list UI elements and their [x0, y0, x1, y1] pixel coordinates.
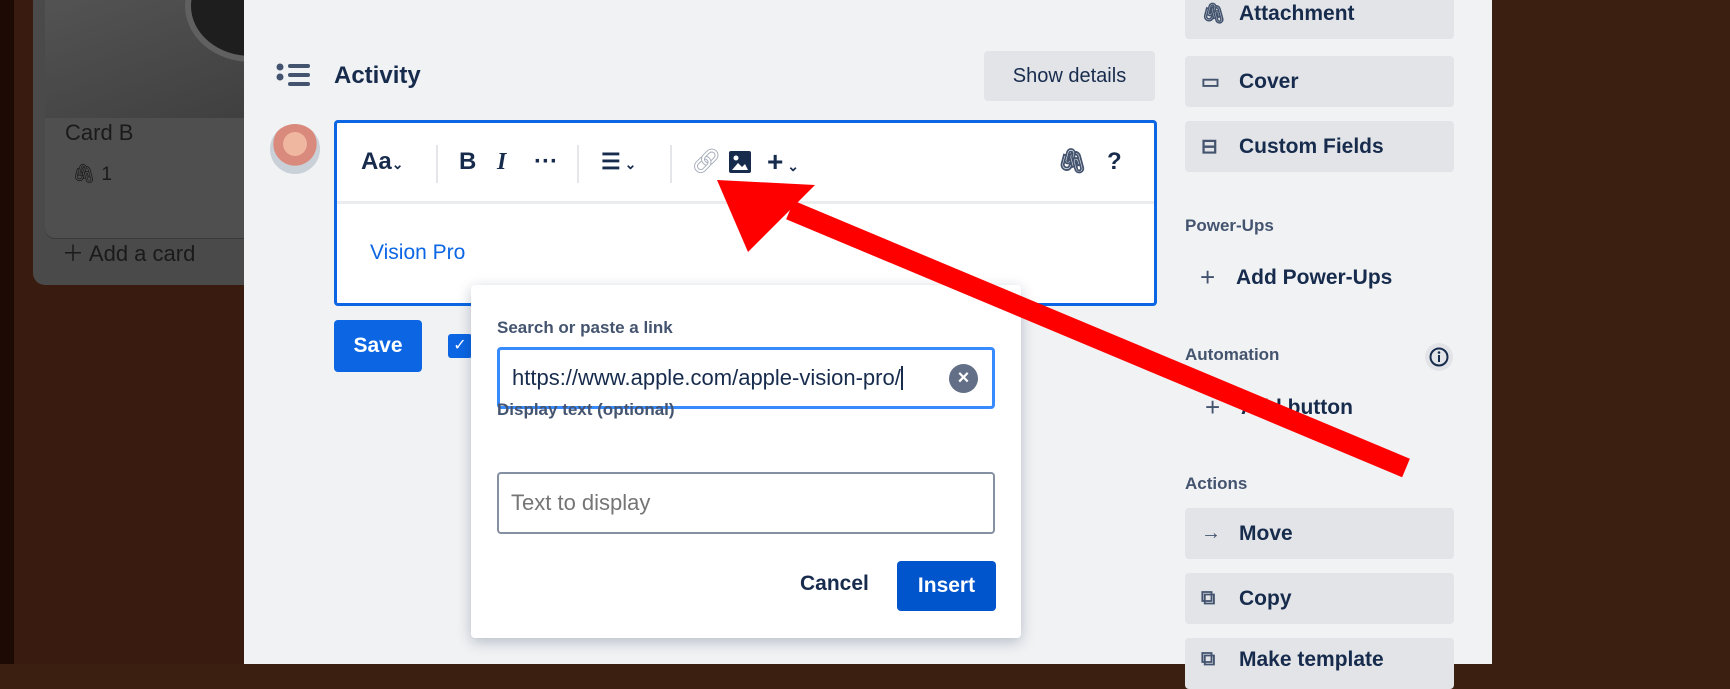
divider [436, 145, 438, 183]
insert-button[interactable]: Insert [897, 561, 996, 611]
add-card-button[interactable]: ＋ Add a card [62, 236, 195, 268]
link-popup: Search or paste a link https://www.apple… [471, 285, 1021, 638]
plus-icon: + [1200, 262, 1216, 292]
attachment-icon[interactable]: 🖇 [1057, 147, 1087, 177]
image-icon[interactable] [729, 151, 751, 173]
actions-heading: Actions [1185, 474, 1248, 493]
paperclip-icon: 🖇 [72, 164, 97, 185]
cover-button[interactable]: ▭ Cover [1185, 56, 1454, 107]
arrow-right-icon: → [1201, 522, 1221, 544]
show-details-button[interactable]: Show details [984, 51, 1155, 101]
template-icon: ⧉ [1201, 648, 1216, 670]
italic-button[interactable]: I [497, 147, 506, 177]
add-button-button[interactable]: + Add button [1205, 392, 1353, 423]
activity-title: Activity [334, 62, 421, 89]
card-attachment-badge: 🖇 1 [72, 164, 112, 185]
activity-icon [276, 63, 310, 86]
paperclip-icon: 🖇 [1201, 3, 1227, 25]
move-button[interactable]: → Move [1185, 508, 1454, 559]
display-text-label: Display text (optional) [497, 400, 675, 419]
card-title: Card B [65, 120, 134, 145]
attachment-button[interactable]: 🖇 Attachment [1185, 0, 1454, 39]
copy-icon: ⧉ [1201, 587, 1216, 609]
custom-fields-icon: ⊟ [1201, 136, 1218, 158]
editor-toolbar: Aa⌄ B I ··· ☰ ⌄ 🔗︎ + ⌄ 🖇 ? [337, 123, 1154, 204]
divider [670, 145, 672, 183]
text-cursor [900, 366, 903, 390]
insert-dropdown[interactable]: + ⌄ [767, 147, 799, 181]
text-style-dropdown[interactable]: Aa⌄ [361, 147, 403, 179]
custom-fields-button[interactable]: ⊟ Custom Fields [1185, 121, 1454, 172]
list-dropdown[interactable]: ☰ ⌄ [601, 147, 636, 179]
plus-icon: + [767, 146, 784, 177]
more-formatting-button[interactable]: ··· [534, 147, 558, 177]
chevron-down-icon: ⌄ [783, 158, 799, 174]
clear-icon[interactable]: × [949, 364, 978, 393]
add-powerups-button[interactable]: + Add Power-Ups [1200, 262, 1392, 293]
cancel-button[interactable]: Cancel [800, 572, 869, 596]
bold-button[interactable]: B [459, 147, 476, 177]
chevron-down-icon: ⌄ [391, 156, 404, 172]
link-icon[interactable]: 🔗︎ [691, 147, 721, 177]
info-icon[interactable] [1425, 343, 1453, 371]
avatar [270, 124, 320, 174]
list-icon: ☰ [601, 149, 621, 174]
cover-icon: ▭ [1201, 71, 1220, 93]
display-text-input[interactable] [497, 472, 995, 534]
search-link-label: Search or paste a link [497, 318, 673, 337]
copy-button[interactable]: ⧉ Copy [1185, 573, 1454, 624]
save-button[interactable]: Save [334, 320, 422, 372]
plus-icon: + [1205, 392, 1221, 422]
automation-heading: Automation [1185, 345, 1280, 364]
help-button[interactable]: ? [1107, 147, 1122, 177]
powerups-heading: Power-Ups [1185, 216, 1274, 235]
editor-link-text[interactable]: Vision Pro [370, 241, 465, 265]
comment-editor[interactable]: Aa⌄ B I ··· ☰ ⌄ 🔗︎ + ⌄ 🖇 ? [334, 120, 1157, 306]
card-cover-image [45, 0, 317, 118]
watch-checkbox[interactable]: ✓ [448, 334, 472, 358]
chevron-down-icon: ⌄ [620, 156, 637, 172]
divider [577, 145, 579, 183]
